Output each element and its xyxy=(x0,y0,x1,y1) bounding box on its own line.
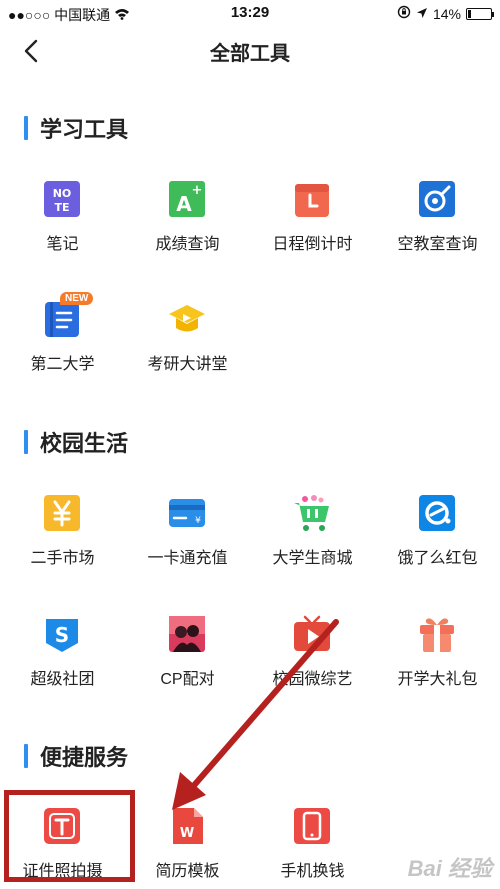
section-accent-bar xyxy=(24,430,28,454)
resume-icon: W xyxy=(173,808,203,844)
svg-text:NO: NO xyxy=(53,187,72,200)
page-title: 全部工具 xyxy=(210,43,290,65)
section-title: 校园生活 xyxy=(40,431,129,456)
tool-grade-query[interactable]: A + 成绩查询 xyxy=(125,180,250,270)
grade-query-icon: A+ xyxy=(169,181,205,217)
annotation-highlight-box xyxy=(4,790,135,882)
status-right: 14% xyxy=(397,5,494,22)
tool-label: 笔记 xyxy=(46,236,79,253)
club-icon: S xyxy=(46,619,78,652)
svg-text:W: W xyxy=(180,826,194,841)
tool-student-mall[interactable]: 大学生商城 xyxy=(250,494,375,584)
note-icon: NOTE xyxy=(44,181,80,217)
section-header-campus: 校园生活 xyxy=(24,427,128,457)
tool-label: 饿了么红包 xyxy=(397,550,478,567)
svg-text:¥: ¥ xyxy=(195,516,201,526)
tv-play-icon xyxy=(294,615,330,651)
tool-eleme-redpacket[interactable]: 饿了么红包 xyxy=(375,494,500,584)
tool-graduate-lecture[interactable]: 考研大讲堂 xyxy=(125,300,250,390)
tool-label: 考研大讲堂 xyxy=(147,356,228,373)
tool-super-club[interactable]: S 超级社团 xyxy=(0,615,125,705)
tool-label: 一卡通充值 xyxy=(147,550,228,567)
shopping-cart-icon xyxy=(294,495,329,531)
tool-label: 简历模板 xyxy=(155,863,220,880)
tool-label: 成绩查询 xyxy=(155,236,220,253)
svg-text:A: A xyxy=(176,192,192,216)
location-arrow-icon xyxy=(416,6,428,22)
battery-percent: 14% xyxy=(432,5,461,22)
tool-label: 手机换钱 xyxy=(280,863,345,880)
graduation-cap-icon xyxy=(169,305,205,332)
phone-icon xyxy=(294,808,330,844)
tool-second-hand-market[interactable]: 二手市场 xyxy=(0,494,125,584)
tool-note[interactable]: NO TE 笔记 xyxy=(0,180,125,270)
section-title: 学习工具 xyxy=(40,117,129,142)
tool-phone-cash[interactable]: 手机换钱 xyxy=(250,807,375,889)
tool-card-recharge[interactable]: ¥ 一卡通充值 xyxy=(125,494,250,584)
tool-label: 校园微综艺 xyxy=(272,671,353,688)
card-icon: ¥ xyxy=(169,499,205,527)
section-accent-bar xyxy=(24,744,28,768)
section-header-study: 学习工具 xyxy=(24,113,128,143)
tool-welcome-gift[interactable]: 开学大礼包 xyxy=(375,615,500,705)
empty-classroom-icon xyxy=(419,181,455,217)
gift-icon xyxy=(420,618,454,652)
tool-empty-classroom[interactable]: 空教室查询 xyxy=(375,180,500,270)
countdown-icon xyxy=(295,184,329,217)
tool-campus-variety[interactable]: 校园微综艺 xyxy=(250,615,375,705)
new-badge: NEW xyxy=(60,292,94,305)
second-university-icon xyxy=(45,302,79,337)
eleme-icon xyxy=(419,495,455,531)
rotation-lock-icon xyxy=(397,5,411,22)
status-bar: ●●○○○ 中国联通 13:29 14% xyxy=(0,0,500,28)
svg-text:S: S xyxy=(55,623,69,647)
tool-countdown[interactable]: 日程倒计时 xyxy=(250,180,375,270)
tool-label: 第二大学 xyxy=(30,356,95,373)
tool-label: 超级社团 xyxy=(30,671,95,688)
tool-label: 日程倒计时 xyxy=(272,236,353,253)
tool-second-university[interactable]: NEW 第二大学 xyxy=(0,292,125,390)
battery-icon xyxy=(466,7,494,20)
section-accent-bar xyxy=(24,116,28,140)
tool-label: 空教室查询 xyxy=(397,236,478,253)
tool-label: 二手市场 xyxy=(30,550,95,567)
svg-text:TE: TE xyxy=(54,201,69,214)
section-header-services: 便捷服务 xyxy=(24,741,128,771)
section-title: 便捷服务 xyxy=(40,745,129,770)
svg-text:+: + xyxy=(192,183,203,198)
tool-label: 大学生商城 xyxy=(272,550,353,567)
tool-label: 开学大礼包 xyxy=(397,671,478,688)
tool-label: CP配对 xyxy=(160,671,215,688)
tool-cp-match[interactable]: CP配对 xyxy=(125,615,250,705)
yen-icon xyxy=(44,495,80,531)
couple-icon xyxy=(169,616,205,652)
tool-resume-template[interactable]: W 简历模板 xyxy=(125,807,250,889)
watermark: Bai 经验 xyxy=(407,856,492,881)
nav-bar: 全部工具 xyxy=(0,28,500,74)
